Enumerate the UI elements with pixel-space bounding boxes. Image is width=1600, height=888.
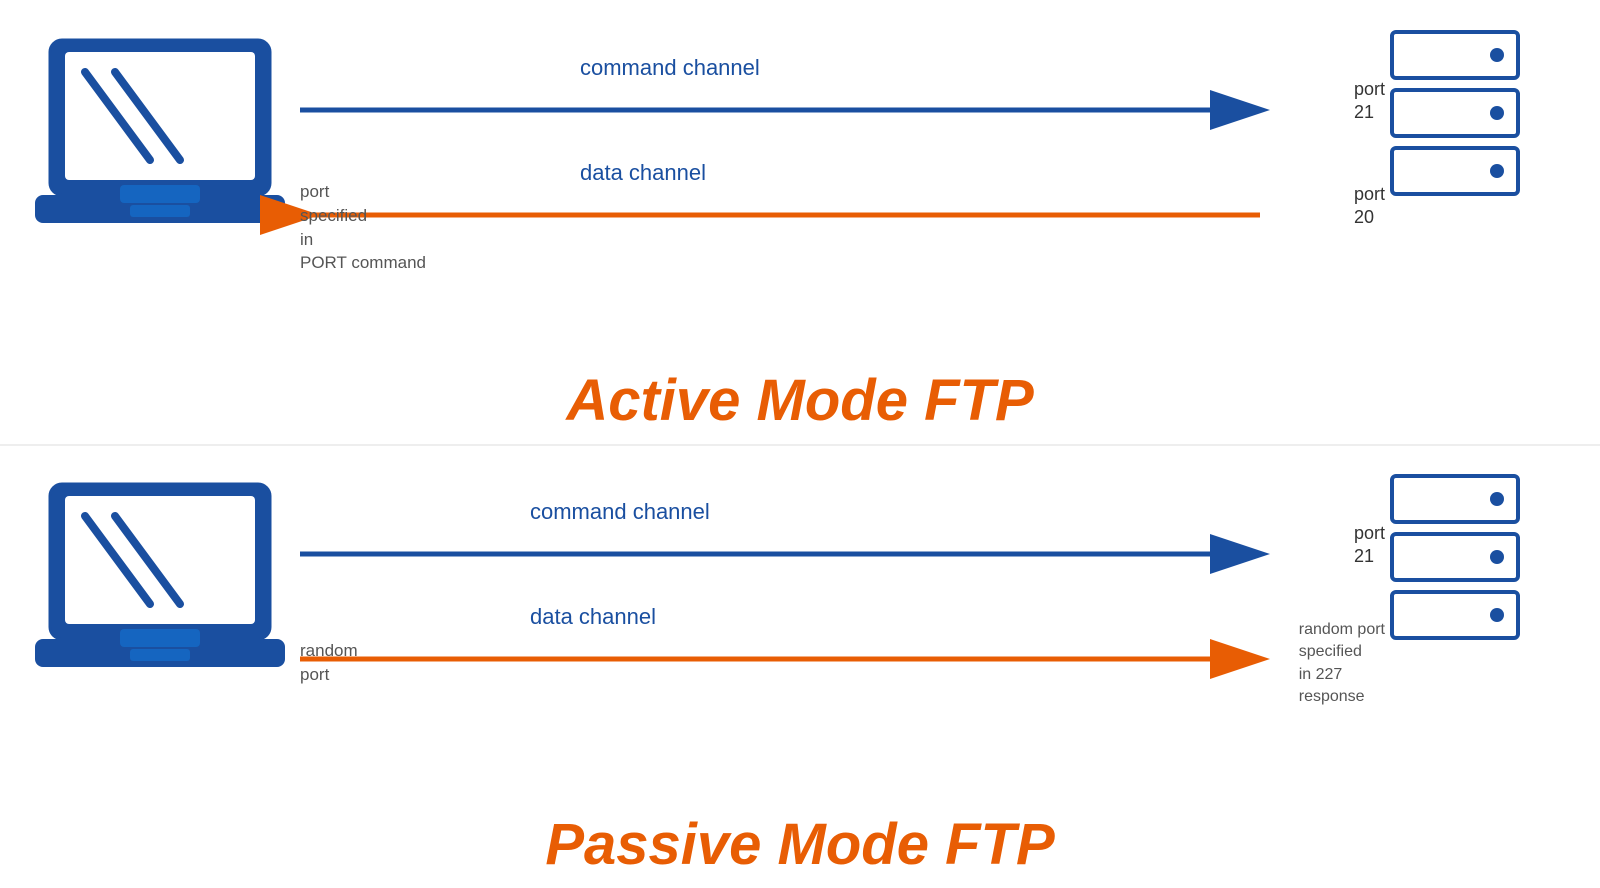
server-unit-1: [1390, 30, 1520, 80]
passive-port21-label: port21: [1354, 522, 1385, 569]
passive-client-port-label: randomport: [300, 639, 358, 687]
passive-server-dot-3: [1490, 608, 1504, 622]
active-data-channel-label: data channel: [580, 160, 706, 186]
section-divider: [0, 444, 1600, 446]
active-mode-title: Active Mode FTP: [0, 367, 1600, 434]
server-dot-3: [1490, 164, 1504, 178]
active-client-port-label: portspecifiedinPORT command: [300, 180, 426, 275]
passive-server-unit-1: [1390, 474, 1520, 524]
active-command-arrow: [300, 90, 1300, 135]
passive-data-channel-label: data channel: [530, 604, 656, 630]
server-dot-1: [1490, 48, 1504, 62]
passive-mode-section: command channel port21 data channel rand…: [0, 444, 1600, 888]
active-mode-section: command channel port21 data channel port…: [0, 0, 1600, 444]
active-server: [1390, 30, 1520, 204]
passive-server-dot-2: [1490, 550, 1504, 564]
active-client-laptop: [30, 30, 290, 255]
passive-data-arrow: [300, 639, 1300, 684]
active-data-arrow: [300, 195, 1300, 240]
passive-server-unit-3: [1390, 590, 1520, 640]
passive-server: [1390, 474, 1520, 648]
server-unit-3: [1390, 146, 1520, 196]
active-command-channel-label: command channel: [580, 55, 760, 81]
server-dot-2: [1490, 106, 1504, 120]
passive-server-dot-1: [1490, 492, 1504, 506]
passive-server-unit-2: [1390, 532, 1520, 582]
passive-server-port-label: random portspecifiedin 227response: [1299, 619, 1385, 709]
active-port21-label: port21: [1354, 78, 1385, 125]
passive-command-arrow: [300, 534, 1300, 579]
passive-client-laptop: [30, 474, 290, 699]
passive-command-channel-label: command channel: [530, 499, 710, 525]
passive-mode-title: Passive Mode FTP: [0, 811, 1600, 878]
server-unit-2: [1390, 88, 1520, 138]
active-port20-label: port20: [1354, 183, 1385, 230]
